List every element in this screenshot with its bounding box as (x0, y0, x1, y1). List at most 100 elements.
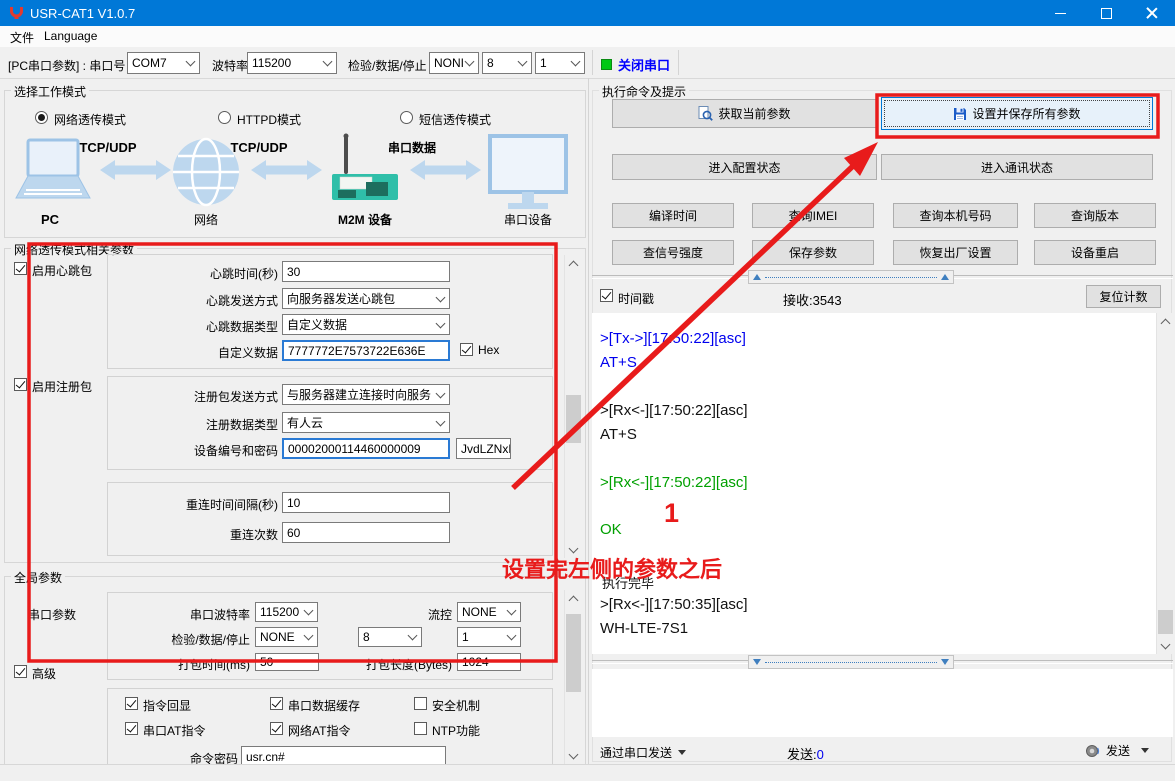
timestamp-checkbox[interactable] (600, 289, 613, 302)
register-enable-checkbox[interactable] (14, 378, 27, 391)
enter-comm-button[interactable]: 进入通讯状态 (881, 154, 1153, 180)
parity-select[interactable]: NONI (429, 52, 479, 74)
enter-config-button[interactable]: 进入配置状态 (612, 154, 877, 180)
heartbeat-datatype-select[interactable]: 自定义数据 (282, 314, 450, 335)
device-id-input[interactable]: 00002000114460000009 (282, 438, 450, 459)
reconnect-times-input[interactable]: 60 (282, 522, 450, 543)
opt-ntp-label[interactable]: NTP功能 (432, 722, 480, 739)
radio-net-transparent-label[interactable]: 网络透传模式 (54, 111, 126, 128)
pack-len-input[interactable]: 1024 (457, 653, 521, 671)
opt-net-at-checkbox[interactable] (270, 722, 283, 735)
scroll-down-icon[interactable] (565, 747, 582, 764)
close-port-button[interactable]: 关闭串口 (618, 55, 670, 74)
menu-file[interactable]: 文件 (6, 28, 38, 47)
heartbeat-sendmode-select[interactable]: 向服务器发送心跳包 (282, 288, 450, 309)
radio-net-transparent[interactable] (35, 111, 48, 124)
opt-net-at-label[interactable]: 网络AT指令 (288, 722, 350, 739)
splitter-arrow-icon (941, 659, 949, 665)
scroll-down-icon[interactable] (1157, 637, 1174, 654)
g-stopbits-select[interactable]: 1 (457, 627, 521, 647)
opt-ntp-checkbox[interactable] (414, 722, 427, 735)
maximize-button[interactable] (1083, 0, 1129, 26)
advanced-label[interactable]: 高级 (32, 665, 56, 682)
get-params-button[interactable]: 获取当前参数 (612, 99, 877, 128)
save-params-button[interactable]: 保存参数 (752, 240, 874, 265)
query-signal-button[interactable]: 查信号强度 (612, 240, 734, 265)
hex-label[interactable]: Hex (478, 343, 499, 357)
query-number-button[interactable]: 查询本机号码 (893, 203, 1018, 228)
heartbeat-custom-input[interactable]: 7777772E7573722E636E (282, 340, 450, 361)
g-flow-select[interactable]: NONE (457, 602, 521, 622)
pack-time-input[interactable]: 50 (255, 653, 319, 671)
opt-echo-label[interactable]: 指令回显 (143, 697, 191, 714)
heartbeat-time-input[interactable]: 30 (282, 261, 450, 282)
compile-time-button[interactable]: 编译时间 (612, 203, 734, 228)
minimize-button[interactable] (1037, 0, 1083, 26)
opt-serial-at-checkbox[interactable] (125, 722, 138, 735)
radio-httpd[interactable] (218, 111, 231, 124)
baud-select[interactable]: 115200 (247, 52, 337, 74)
scroll-up-icon[interactable] (1157, 313, 1174, 330)
scroll-up-icon[interactable] (565, 255, 582, 272)
net-params-scrollbar[interactable] (564, 255, 581, 558)
dropdown-arrow-icon (678, 750, 686, 755)
opt-security-label[interactable]: 安全机制 (432, 697, 480, 714)
enter-comm-label: 进入通讯状态 (981, 159, 1053, 176)
link2-label: TCP/UDP (230, 140, 287, 155)
g-baud-select[interactable]: 115200 (255, 602, 318, 622)
toolbar-separator (592, 50, 593, 75)
register-enable-label[interactable]: 启用注册包 (32, 378, 92, 395)
log-line: OK (600, 521, 622, 538)
set-save-params-button[interactable]: 设置并保存所有参数 (881, 97, 1153, 130)
opt-cache-label[interactable]: 串口数据缓存 (288, 697, 360, 714)
g-parity-select[interactable]: NONE (255, 627, 318, 647)
log-line: 执行完毕 (602, 573, 654, 592)
send-button[interactable]: 发送 (1085, 742, 1149, 759)
register-datatype-select[interactable]: 有人云 (282, 412, 450, 433)
heartbeat-enable-label[interactable]: 启用心跳包 (32, 262, 92, 279)
device-password-input[interactable]: JvdLZNxK (456, 438, 511, 459)
heartbeat-enable-checkbox[interactable] (14, 262, 27, 275)
scrollbar-thumb[interactable] (566, 395, 581, 443)
databits-select[interactable]: 8 (482, 52, 532, 74)
window-title: USR-CAT1 V1.0.7 (30, 6, 135, 21)
opt-echo-checkbox[interactable] (125, 697, 138, 710)
global-params-scrollbar[interactable] (564, 590, 581, 764)
timestamp-label[interactable]: 时间戳 (618, 290, 654, 307)
reconnect-interval-input[interactable]: 10 (282, 492, 450, 513)
radio-sms-label[interactable]: 短信透传模式 (419, 111, 491, 128)
hex-checkbox[interactable] (460, 343, 473, 356)
device-restart-button[interactable]: 设备重启 (1034, 240, 1156, 265)
log-scrollbar[interactable] (1156, 313, 1173, 654)
send-input-area[interactable] (592, 669, 1173, 737)
log-splitter[interactable] (748, 270, 954, 284)
minimize-icon (1055, 13, 1066, 14)
device-restart-label: 设备重启 (1071, 244, 1119, 261)
com-port-select[interactable]: COM7 (127, 52, 200, 74)
scrollbar-thumb[interactable] (566, 614, 581, 692)
send-via-dropdown[interactable]: 通过串口发送 (600, 744, 686, 761)
advanced-checkbox[interactable] (14, 665, 27, 678)
send-splitter[interactable] (748, 655, 954, 669)
factory-reset-button[interactable]: 恢复出厂设置 (893, 240, 1018, 265)
radio-httpd-label[interactable]: HTTPD模式 (237, 111, 301, 128)
scrollbar-thumb[interactable] (1158, 610, 1173, 634)
g-databits-select[interactable]: 8 (358, 627, 422, 647)
opt-security-checkbox[interactable] (414, 697, 427, 710)
reset-count-button[interactable]: 复位计数 (1086, 285, 1161, 308)
scroll-down-icon[interactable] (565, 541, 582, 558)
scroll-up-icon[interactable] (565, 590, 582, 607)
menu-language[interactable]: Language (40, 28, 101, 44)
stopbits-select[interactable]: 1 (535, 52, 585, 74)
radio-sms[interactable] (400, 111, 413, 124)
toolbar-separator-2 (678, 50, 679, 75)
query-version-button[interactable]: 查询版本 (1034, 203, 1156, 228)
close-button[interactable] (1129, 0, 1175, 26)
log-area[interactable]: >[Tx->][17:50:22][asc] AT+S >[Rx<-][17:5… (592, 313, 1156, 654)
opt-serial-at-label[interactable]: 串口AT指令 (143, 722, 205, 739)
opt-cache-checkbox[interactable] (270, 697, 283, 710)
stopbits-value: 1 (540, 56, 547, 70)
register-sendmode-select[interactable]: 与服务器建立连接时向服务 (282, 384, 450, 405)
set-save-params-label: 设置并保存所有参数 (972, 105, 1080, 122)
query-imei-button[interactable]: 查询IMEI (752, 203, 874, 228)
